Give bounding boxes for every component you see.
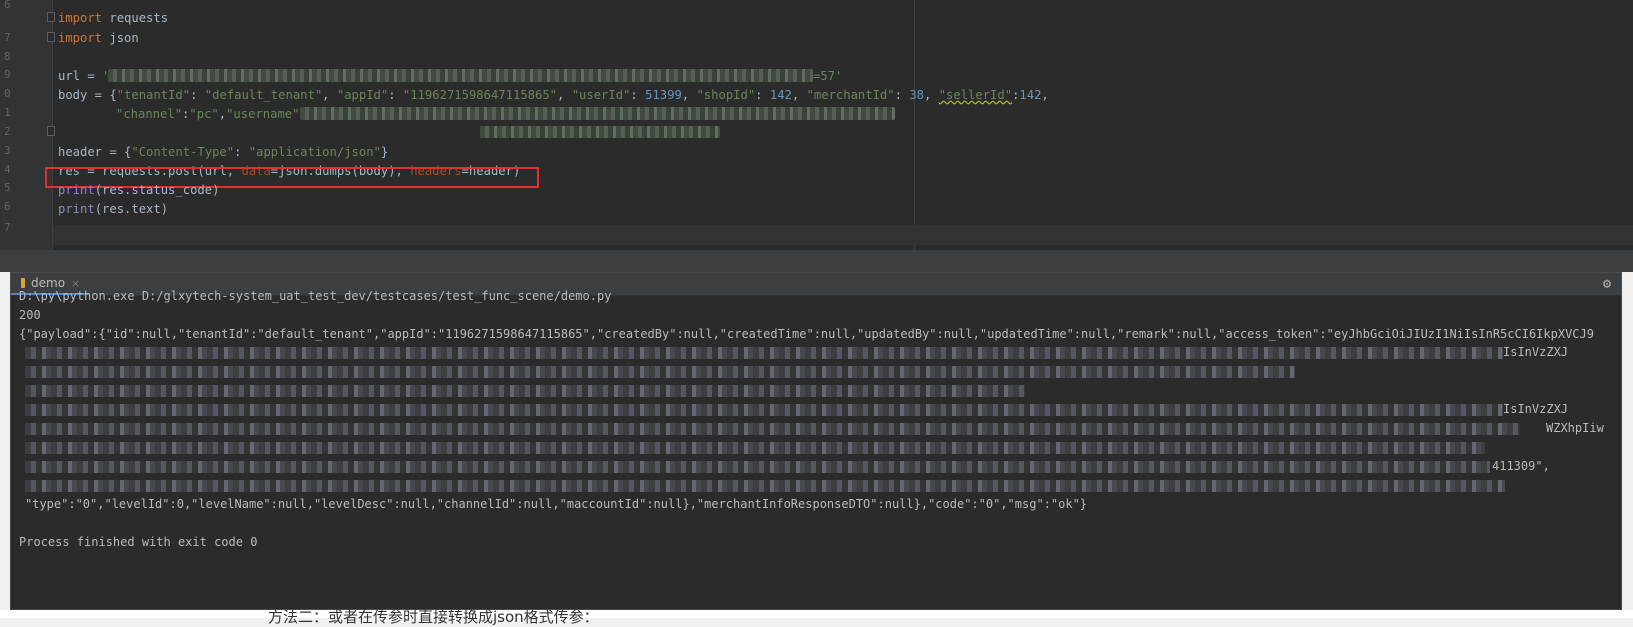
dict-key: "merchantId" [806, 88, 895, 102]
code-line-16: print(res.text) [58, 202, 168, 216]
code-text: , [791, 88, 807, 102]
code-text: : [388, 88, 403, 102]
dict-key: "channel" [116, 107, 183, 121]
dict-key: "appId" [336, 88, 389, 102]
output-fragment: IsInVzZXJ [1503, 402, 1569, 416]
redacted-body-values [480, 126, 720, 138]
payload-output-start: {"payload":{"id":null,"tenantId":"defaul… [19, 327, 1594, 341]
string-literal: "default_tenant" [204, 88, 323, 102]
keyword: import [58, 11, 103, 25]
code-text: : [190, 88, 205, 102]
code-text: body = { [58, 88, 117, 102]
code-text: , [557, 88, 572, 102]
code-text: , [681, 88, 697, 102]
right-margin-guide [914, 0, 915, 250]
keyword: import [58, 31, 103, 45]
gear-icon[interactable]: ⚙ [1599, 276, 1615, 292]
redacted-url [108, 69, 813, 82]
string-literal: "1196271598647115865" [402, 88, 558, 102]
fold-marker-icon[interactable] [47, 32, 55, 42]
code-text: } [380, 145, 389, 159]
number-literal: 38 [909, 88, 924, 102]
code-text: json [102, 31, 139, 45]
line-number: 4 [4, 163, 11, 176]
number-literal: 142 [769, 88, 792, 102]
code-text: (res.text) [94, 202, 169, 216]
code-line-11: "channel":"pc","username" [116, 107, 299, 121]
code-line-7: import json [58, 31, 139, 45]
redacted-output [25, 461, 1490, 473]
redacted-body-values [300, 107, 895, 120]
line-number: 1 [4, 106, 11, 119]
dict-key: "tenantId" [116, 88, 191, 102]
line-number: 8 [4, 50, 11, 63]
number-literal: 142 [1019, 88, 1042, 102]
code-line-9: url = ' [58, 69, 109, 83]
code-text: : [234, 145, 249, 159]
number-literal: 51399 [645, 88, 682, 102]
code-text: : [630, 88, 646, 102]
output-fragment: WZXhpIiw [1546, 421, 1604, 435]
tab-label: demo [31, 276, 66, 290]
redacted-output [25, 385, 1025, 397]
url-tail: =57' [813, 69, 842, 83]
code-line-13: header = {"Content-Type": "application/j… [58, 145, 388, 159]
line-number-gutter: 6 7 8 9 0 1 2 3 4 5 6 7 [0, 0, 53, 250]
builtin-function: print [58, 202, 95, 216]
string-literal: "pc" [189, 107, 219, 121]
output-fragment: 411309", [1492, 459, 1550, 473]
code-text: : [755, 88, 770, 102]
code-line-15: print(res.status_code) [58, 183, 219, 197]
code-text: , [1041, 88, 1049, 102]
code-text: header = { [58, 145, 132, 159]
line-number: 5 [4, 181, 11, 194]
line-number: 0 [4, 87, 11, 100]
panel-separator [0, 250, 1633, 272]
redacted-output [25, 347, 1503, 359]
close-icon[interactable]: × [71, 277, 80, 290]
code-text: , [218, 107, 227, 121]
status-code-output: 200 [19, 308, 41, 322]
string-literal: "application/json" [248, 145, 381, 159]
run-output-panel: demo × ⚙ D:\py\python.exe D:/glxytech-sy… [10, 272, 1622, 610]
line-number: 7 [4, 221, 11, 234]
output-fragment: IsInVzZXJ [1503, 345, 1569, 359]
line-number: 9 [4, 68, 11, 81]
payload-output-end: "type":"0","levelId":0,"levelName":null,… [25, 497, 1088, 511]
dict-key: "sellerId" [938, 88, 1013, 102]
code-text: (res.status_code) [94, 183, 220, 197]
code-line-10: body = {"tenantId": "default_tenant", "a… [58, 88, 1049, 102]
code-editor[interactable]: 6 7 8 9 0 1 2 3 4 5 6 7 import requests … [0, 0, 1633, 250]
redacted-output [25, 404, 1503, 416]
code-text: url = [58, 69, 103, 83]
code-text: , [924, 88, 939, 102]
run-command: D:\py\python.exe D:/glxytech-system_uat_… [19, 289, 612, 303]
redacted-output [25, 442, 1485, 454]
dict-key: "shopId" [696, 88, 756, 102]
string-literal: =57' [813, 69, 843, 83]
python-run-icon [21, 278, 25, 288]
current-line-highlight [53, 225, 1633, 245]
redacted-output [25, 366, 1295, 378]
process-finished-message: Process finished with exit code 0 [19, 535, 258, 549]
code-text: requests [102, 11, 169, 25]
line-number: 2 [4, 125, 11, 138]
dict-key: "userId" [571, 88, 631, 102]
code-line-6: import requests [58, 11, 168, 25]
line-number: 7 [4, 31, 11, 44]
fold-marker-icon[interactable] [47, 126, 55, 136]
redacted-output [25, 423, 1520, 435]
code-text: , [322, 88, 337, 102]
dict-key: "Content-Type" [131, 145, 235, 159]
redacted-output [25, 480, 1505, 492]
dict-key: "username" [226, 107, 300, 121]
line-number: 3 [4, 144, 11, 157]
code-text: : [894, 88, 910, 102]
background-article-text: 方法二：或者在传参时直接转换成json格式传参： [268, 608, 599, 626]
line-number: 6 [4, 0, 11, 11]
fold-marker-icon[interactable] [47, 12, 55, 22]
builtin-function: print [58, 183, 95, 197]
page-background [0, 610, 1633, 618]
line-number: 6 [4, 200, 11, 213]
